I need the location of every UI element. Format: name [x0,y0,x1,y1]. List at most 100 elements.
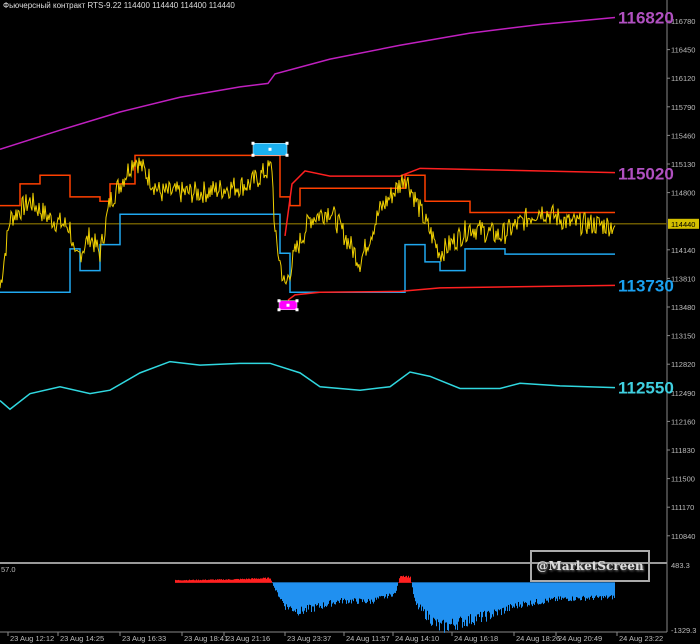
histogram-bar [429,582,430,615]
y-tick-label: 111170 [671,503,694,512]
histogram-bar [368,582,369,599]
sub-axis-label: 483.3 [671,561,690,570]
histogram-bar [465,582,466,620]
histogram-bar [422,582,423,607]
histogram-bar [326,582,327,607]
histogram-bar [448,582,449,631]
histogram-bar [611,582,612,596]
histogram-bar [500,582,501,610]
histogram-bar [186,579,187,583]
histogram-bar [345,582,346,601]
histogram-bar [185,580,186,583]
histogram-bar [307,582,308,606]
histogram-bar [314,582,315,612]
histogram-bar [468,582,469,617]
series-lower-channel [287,284,616,301]
histogram-bar [189,579,190,583]
histogram-bar [223,579,224,583]
histogram-bar [437,582,438,620]
histogram-bar [456,582,457,625]
histogram-bar [501,582,502,616]
histogram-bar [247,579,248,583]
histogram-bar [381,582,382,596]
histogram-bar [245,579,246,583]
histogram-bar [477,582,478,615]
y-tick-label: 113810 [671,274,695,283]
histogram-bar [331,582,332,607]
histogram-bar [281,582,282,599]
histogram-bar [479,582,480,617]
histogram-bar [271,580,272,583]
histogram-bar [280,582,281,600]
histogram-bar [233,579,234,583]
histogram-bar [388,582,389,596]
histogram-bar [353,582,354,602]
histogram-bar [543,582,544,605]
y-tick-label: 111500 [671,475,695,484]
histogram-bar [509,582,510,611]
histogram-bar [251,578,252,583]
x-tick-label: 24 Aug 16:18 [454,634,498,643]
y-tick-label: 113150 [671,332,695,341]
histogram-bar [562,582,563,598]
histogram-bar [222,579,223,583]
histogram-bar [560,582,561,597]
histogram-bar [380,582,381,597]
histogram-bar [473,582,474,623]
histogram-bar [213,579,214,583]
histogram-bar [537,582,538,604]
histogram-bar [384,582,385,599]
histogram-bar [330,582,331,601]
y-tick-label: 115130 [671,160,695,169]
histogram-bar [207,580,208,583]
histogram-bar [540,582,541,605]
histogram-bar [581,582,582,601]
sell-marker-handle [295,299,299,303]
histogram-bar [378,582,379,599]
histogram-bar [356,582,357,602]
histogram-bar [302,582,303,612]
histogram-bar [434,582,435,619]
histogram-bar [511,582,512,606]
histogram-bar [187,580,188,583]
histogram-bar [379,582,380,597]
histogram-bar [613,582,614,596]
histogram-bar [203,579,204,583]
histogram-bar [178,579,179,583]
histogram-bar [349,582,350,603]
histogram-bar [254,578,255,583]
histogram-bar [486,582,487,622]
histogram-bar [552,582,553,599]
y-tick-label: 112490 [671,389,695,398]
histogram-bar [313,582,314,607]
histogram-bar [359,582,360,599]
histogram-bar [180,580,181,583]
histogram-bar [469,582,470,624]
histogram-bar [399,578,400,583]
histogram-bar [389,582,390,594]
histogram-bar [328,582,329,604]
price-chart[interactable]: 116780 116450 116120 115790 115460 115130 1148… [0,0,700,644]
histogram-bar [218,579,219,583]
histogram-bar [290,582,291,607]
histogram-bar [322,582,323,609]
histogram-bar [544,582,545,604]
histogram-bar [225,579,226,583]
histogram-bar [582,582,583,597]
histogram-bar [471,582,472,625]
histogram-bar [538,582,539,605]
histogram-bar [528,582,529,605]
histogram-bar [201,580,202,583]
histogram-bar [610,582,611,596]
level-label-115020: 115020 [618,165,674,184]
sell-marker-handle [295,308,299,312]
histogram-bar [495,582,496,612]
histogram-bar [238,578,239,583]
histogram-bar [565,582,566,598]
x-tick-label: 24 Aug 23:22 [619,634,663,643]
histogram-bar [451,582,452,624]
histogram-bar [355,582,356,599]
histogram-bar [551,582,552,599]
histogram-bar [264,577,265,583]
histogram-bar [496,582,497,612]
